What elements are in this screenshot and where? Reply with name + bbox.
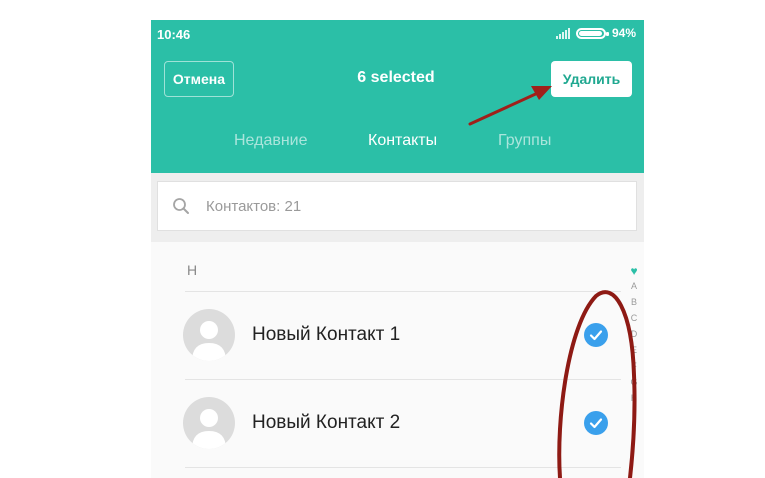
battery-icon (575, 27, 609, 39)
delete-button[interactable]: Удалить (551, 61, 632, 97)
alphabet-index-letter[interactable]: A (626, 278, 642, 294)
list-item[interactable]: Новый Контакт 2 (151, 380, 644, 466)
phone-screen: 10:46 94% Отмена 6 selected Удалить Неда… (151, 20, 644, 478)
signal-icon (555, 27, 570, 39)
check-circle-icon[interactable] (584, 411, 608, 435)
alphabet-index[interactable]: ♥ ABCDEFGHIJ (626, 264, 642, 438)
top-bar: 10:46 94% Отмена 6 selected Удалить Неда… (151, 20, 644, 173)
avatar (183, 309, 235, 361)
list-item[interactable]: Новый Контакт 1 (151, 292, 644, 378)
tab-recent[interactable]: Недавние (234, 132, 308, 150)
alphabet-index-letter[interactable]: B (626, 294, 642, 310)
section-header-letter: Н (187, 262, 198, 278)
search-placeholder: Контактов: 21 (206, 198, 302, 215)
checkmark-icon (589, 330, 603, 341)
tab-contacts[interactable]: Контакты (368, 132, 437, 150)
alphabet-index-letter[interactable]: G (626, 374, 642, 390)
selection-title: 6 selected (357, 69, 435, 86)
contact-name: Новый Контакт 2 (252, 412, 401, 433)
divider (185, 467, 621, 468)
battery-level (578, 30, 602, 36)
status-indicators: 94% (555, 26, 636, 40)
person-icon (192, 321, 226, 361)
alphabet-index-letter[interactable]: D (626, 326, 642, 342)
person-icon (192, 409, 226, 449)
alphabet-index-letter[interactable]: I (626, 406, 642, 422)
check-circle-icon[interactable] (584, 323, 608, 347)
search-area: Контактов: 21 (151, 173, 644, 243)
search-icon (173, 198, 189, 214)
cancel-button[interactable]: Отмена (164, 61, 234, 97)
contact-list: Н Новый Контакт 1 Новый Контакт 2 ♥ A B … (151, 242, 644, 478)
avatar (183, 397, 235, 449)
alphabet-index-letter[interactable]: H (626, 390, 642, 406)
alphabet-index-letter[interactable]: F (626, 358, 642, 374)
contact-name: Новый Контакт 1 (252, 324, 401, 345)
status-time: 10:46 (157, 27, 191, 42)
alphabet-index-letter[interactable]: E (626, 342, 642, 358)
alphabet-index-letter[interactable]: C (626, 310, 642, 326)
tab-bar: Недавние Контакты Группы (151, 132, 644, 158)
tab-groups[interactable]: Группы (498, 132, 551, 150)
search-input[interactable]: Контактов: 21 (157, 181, 637, 231)
heart-icon[interactable]: ♥ (626, 264, 642, 278)
alphabet-index-letter[interactable]: J (626, 422, 642, 438)
checkmark-icon (589, 418, 603, 429)
battery-percent: 94% (611, 26, 636, 40)
